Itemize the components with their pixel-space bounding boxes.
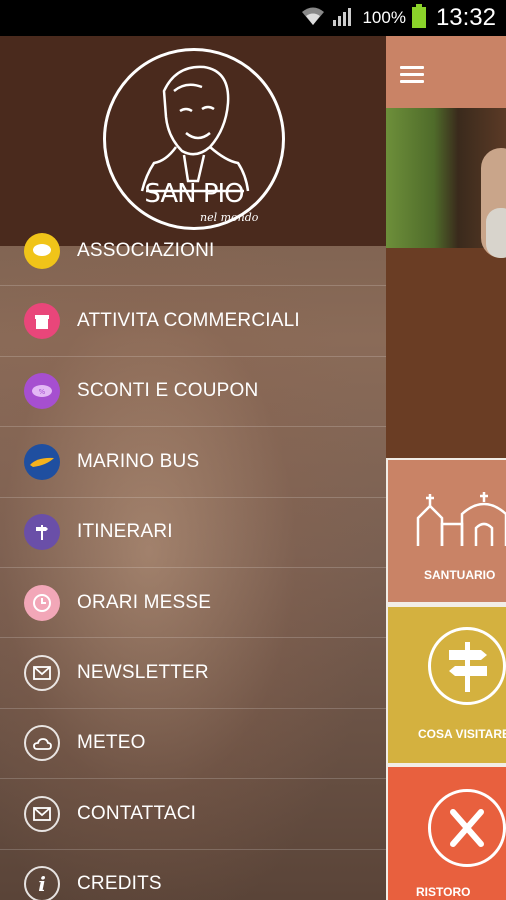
signpost-icon [428, 627, 506, 705]
menu-item-marino-bus[interactable]: MARINO BUS [0, 427, 386, 498]
main-content: SANTUARIO COSA VISITARE RISTORO [386, 36, 506, 900]
menu-item-label: CREDITS [77, 873, 162, 895]
menu-item-newsletter[interactable]: NEWSLETTER [0, 638, 386, 709]
app-bar [386, 36, 506, 108]
tile-santuario[interactable]: SANTUARIO [388, 460, 506, 602]
menu-item-associazioni[interactable]: ASSOCIAZIONI [0, 216, 386, 287]
wifi-icon [300, 5, 326, 32]
tile-label: SANTUARIO [424, 568, 496, 582]
church-icon [416, 492, 506, 546]
menu-item-label: ATTIVITA COMMERCIALI [77, 310, 300, 332]
san-pio-logo: SAN PIO nel mondo [103, 48, 285, 230]
menu-item-label: CONTATTACI [77, 802, 197, 824]
signal-icon [332, 5, 356, 32]
menu-item-meteo[interactable]: METEO [0, 709, 386, 780]
tile-label: COSA VISITARE [418, 727, 506, 741]
clock-icon [24, 584, 60, 621]
menu-item-credits[interactable]: i CREDITS [0, 850, 386, 900]
tile-label: RISTORO [416, 885, 471, 899]
shop-icon [24, 303, 60, 340]
mail-icon [24, 655, 60, 692]
menu-item-label: METEO [77, 732, 146, 754]
tile-ristoro[interactable]: RISTORO [388, 767, 506, 900]
chat-bubble-icon [24, 232, 60, 269]
drawer-header: SAN PIO nel mondo [0, 36, 386, 246]
signpost-icon [24, 514, 60, 551]
menu-item-attivita-commerciali[interactable]: ATTIVITA COMMERCIALI [0, 286, 386, 357]
logo-title: SAN PIO [144, 179, 244, 209]
hero-image [386, 108, 506, 458]
menu-item-sconti-e-coupon[interactable]: % SCONTI E COUPON [0, 357, 386, 428]
menu-item-label: ORARI MESSE [77, 591, 212, 613]
battery-icon [411, 3, 426, 33]
navigation-drawer: SAN PIO nel mondo ASSOCIAZIONI ATTIVITA … [0, 36, 386, 900]
envelope-icon [24, 795, 60, 832]
weather-icon [24, 725, 60, 762]
menu-item-contattaci[interactable]: CONTATTACI [0, 779, 386, 850]
menu-item-label: ITINERARI [77, 521, 173, 543]
menu-item-itinerari[interactable]: ITINERARI [0, 498, 386, 568]
menu-item-label: MARINO BUS [77, 450, 200, 472]
tile-cosa-visitare[interactable]: COSA VISITARE [388, 607, 506, 763]
drawer-menu: ASSOCIAZIONI ATTIVITA COMMERCIALI % SCON… [0, 216, 386, 900]
battery-percentage: 100% [362, 8, 406, 27]
menu-item-label: NEWSLETTER [77, 662, 209, 684]
status-bar: 100% 13:32 [0, 0, 506, 36]
info-icon: i [24, 866, 60, 900]
bus-icon [24, 443, 60, 480]
cutlery-icon [428, 789, 506, 867]
menu-item-orari-messe[interactable]: ORARI MESSE [0, 568, 386, 639]
menu-item-label: ASSOCIAZIONI [77, 239, 215, 261]
svg-text:%: % [39, 388, 46, 396]
coupon-icon: % [24, 373, 60, 410]
menu-icon[interactable] [400, 66, 424, 84]
clock: 13:32 [435, 4, 496, 31]
menu-item-label: SCONTI E COUPON [77, 380, 259, 402]
